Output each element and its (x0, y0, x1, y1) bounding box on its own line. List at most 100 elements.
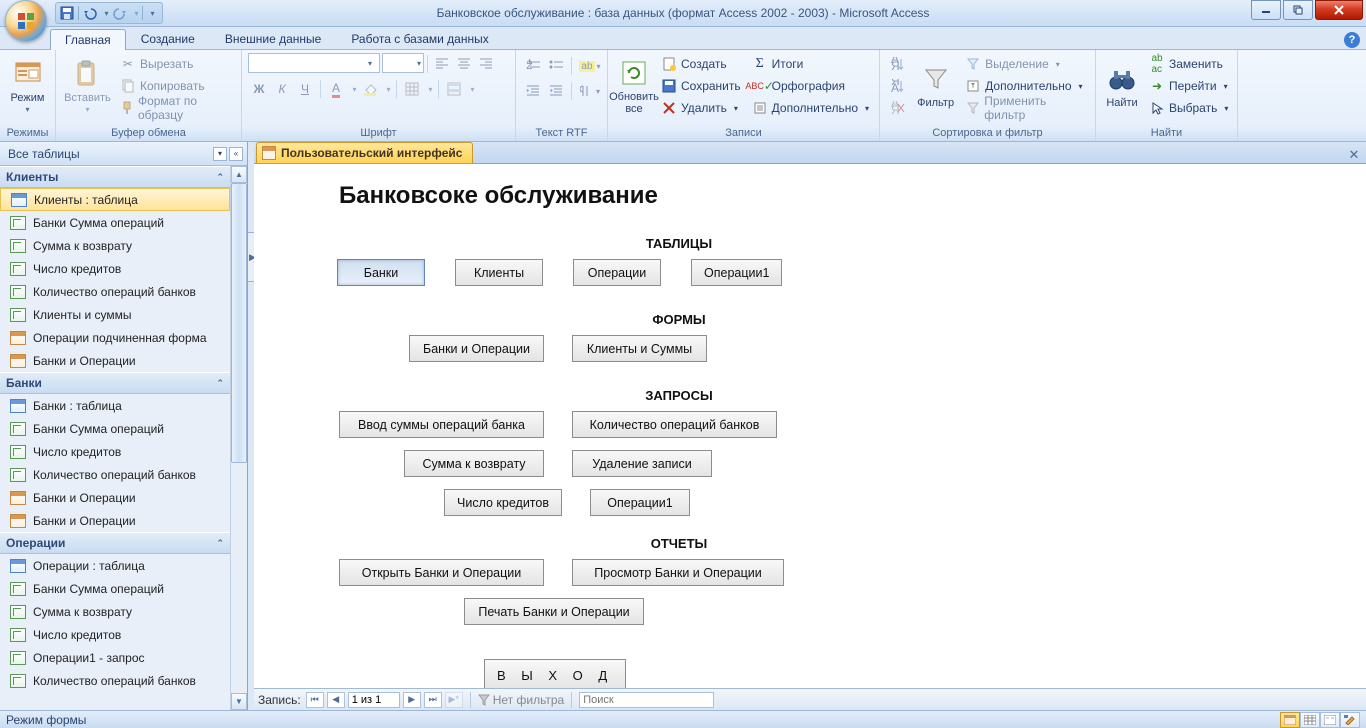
gridlines-button[interactable] (401, 78, 423, 100)
gridlines-dropdown[interactable] (424, 78, 434, 100)
nav-item[interactable]: Банки и Операции (0, 486, 230, 509)
form-view-icon[interactable] (1280, 712, 1300, 728)
align-right-button[interactable] (475, 53, 497, 75)
new-record-nav-button[interactable]: ▶* (445, 692, 463, 708)
font-color-button[interactable]: A (325, 78, 347, 100)
align-center-button[interactable] (453, 53, 475, 75)
btn-tables-1[interactable]: Клиенты (455, 259, 543, 286)
prev-record-button[interactable]: ◀ (327, 692, 345, 708)
tab-create[interactable]: Создание (126, 28, 210, 49)
tab-external-data[interactable]: Внешние данные (210, 28, 337, 49)
nav-dropdown-icon[interactable]: ▾ (213, 147, 227, 161)
help-icon[interactable]: ? (1344, 32, 1360, 48)
record-search-input[interactable] (579, 692, 714, 708)
alt-fill-dropdown[interactable] (466, 78, 476, 100)
design-view-icon[interactable] (1340, 712, 1360, 728)
nav-item[interactable]: Операции подчиненная форма (0, 326, 230, 349)
nav-group-header[interactable]: Клиенты⌃ (0, 166, 230, 188)
undo-dropdown-icon[interactable] (101, 5, 109, 21)
nav-item[interactable]: Число кредитов (0, 623, 230, 646)
nav-item[interactable]: Сумма к возврату (0, 600, 230, 623)
office-button[interactable] (5, 0, 47, 42)
layout-view-icon[interactable] (1320, 712, 1340, 728)
btn-forms-0[interactable]: Банки и Операции (409, 335, 544, 362)
btn-queries-2[interactable]: Сумма к возврату (404, 450, 544, 477)
doc-tab-active[interactable]: Пользовательский интерфейс (256, 142, 473, 163)
next-record-button[interactable]: ▶ (403, 692, 421, 708)
sort-desc-button[interactable]: ЯА (886, 75, 910, 97)
tab-database-tools[interactable]: Работа с базами данных (336, 28, 503, 49)
nav-item[interactable]: Клиенты : таблица (0, 188, 230, 211)
qat-customize-icon[interactable] (146, 5, 156, 21)
find-button[interactable]: Найти (1102, 53, 1142, 119)
nav-item[interactable]: Банки и Операции (0, 509, 230, 532)
scroll-down-icon[interactable]: ▼ (231, 693, 247, 710)
nav-group-header[interactable]: Банки⌃ (0, 372, 230, 394)
refresh-all-button[interactable]: Обновить все (614, 53, 654, 119)
highlight-button[interactable]: ab▾ (576, 55, 604, 77)
close-button[interactable] (1315, 0, 1363, 20)
btn-forms-1[interactable]: Клиенты и Суммы (572, 335, 707, 362)
increase-indent-button[interactable] (545, 80, 567, 102)
nav-item[interactable]: Банки и Операции (0, 349, 230, 372)
delete-record-button[interactable]: Удалить▾ (657, 97, 745, 119)
nav-item[interactable]: Банки Сумма операций (0, 577, 230, 600)
nav-item[interactable]: Число кредитов (0, 440, 230, 463)
doc-close-button[interactable]: ✕ (1346, 147, 1366, 163)
font-color-dropdown[interactable] (348, 78, 358, 100)
nav-item[interactable]: Число кредитов (0, 257, 230, 280)
maximize-button[interactable] (1283, 0, 1313, 20)
btn-queries-1[interactable]: Количество операций банков (572, 411, 777, 438)
save-icon[interactable] (59, 5, 75, 21)
nav-item[interactable]: Операции1 - запрос (0, 646, 230, 669)
exit-button[interactable]: В Ы Х О Д (484, 659, 626, 688)
btn-tables-3[interactable]: Операции1 (691, 259, 782, 286)
record-position-input[interactable] (348, 692, 400, 708)
nav-collapse-icon[interactable]: « (229, 147, 243, 161)
undo-icon[interactable] (82, 5, 98, 21)
nav-item[interactable]: Количество операций банков (0, 669, 230, 692)
btn-tables-2[interactable]: Операции (573, 259, 661, 286)
select-button[interactable]: Выбрать▾ (1145, 97, 1232, 119)
redo-icon[interactable] (112, 5, 128, 21)
align-left-button[interactable] (431, 53, 453, 75)
btn-queries-3[interactable]: Удаление записи (572, 450, 712, 477)
fill-color-button[interactable] (359, 78, 381, 100)
nav-item[interactable]: Клиенты и суммы (0, 303, 230, 326)
more-button[interactable]: Дополнительно▾ (748, 97, 873, 119)
btn-reports-1[interactable]: Просмотр Банки и Операции (572, 559, 784, 586)
new-record-button[interactable]: Создать (657, 53, 745, 75)
redo-dropdown-icon[interactable] (131, 5, 139, 21)
decrease-indent-button[interactable] (522, 80, 544, 102)
nav-item[interactable]: Количество операций банков (0, 280, 230, 303)
btn-queries-4[interactable]: Число кредитов (444, 489, 562, 516)
filter-button[interactable]: Фильтр (913, 53, 958, 119)
minimize-button[interactable] (1251, 0, 1281, 20)
nav-item[interactable]: Банки Сумма операций (0, 417, 230, 440)
btn-queries-0[interactable]: Ввод суммы операций банка (339, 411, 544, 438)
totals-button[interactable]: ΣИтоги (748, 53, 873, 75)
nav-item[interactable]: Сумма к возврату (0, 234, 230, 257)
alt-fill-button[interactable] (443, 78, 465, 100)
spelling-button[interactable]: ABC✓Орфография (748, 75, 873, 97)
btn-tables-0[interactable]: Банки (337, 259, 425, 286)
first-record-button[interactable]: ⏮ (306, 692, 324, 708)
tab-home[interactable]: Главная (50, 29, 126, 50)
underline-button[interactable]: Ч (294, 78, 316, 100)
nav-item[interactable]: Банки Сумма операций (0, 211, 230, 234)
numbered-list-button[interactable]: 12 (522, 55, 544, 77)
scrollbar-thumb[interactable] (231, 183, 247, 463)
replace-button[interactable]: abacЗаменить (1145, 53, 1232, 75)
nav-item[interactable]: Количество операций банков (0, 463, 230, 486)
view-button[interactable]: Режим ▾ (6, 53, 49, 119)
bullet-list-button[interactable] (545, 55, 567, 77)
nav-group-header[interactable]: Операции⌃ (0, 532, 230, 554)
nav-pane-header[interactable]: Все таблицы ▾ « (0, 142, 247, 166)
font-size-combo[interactable]: ▾ (382, 53, 424, 73)
btn-queries-5[interactable]: Операции1 (590, 489, 690, 516)
save-record-button[interactable]: Сохранить (657, 75, 745, 97)
font-name-combo[interactable]: ▾ (248, 53, 380, 73)
text-direction-button[interactable]: ▾ (576, 80, 604, 102)
goto-button[interactable]: ➜Перейти▾ (1145, 75, 1232, 97)
btn-reports-0[interactable]: Открыть Банки и Операции (339, 559, 544, 586)
